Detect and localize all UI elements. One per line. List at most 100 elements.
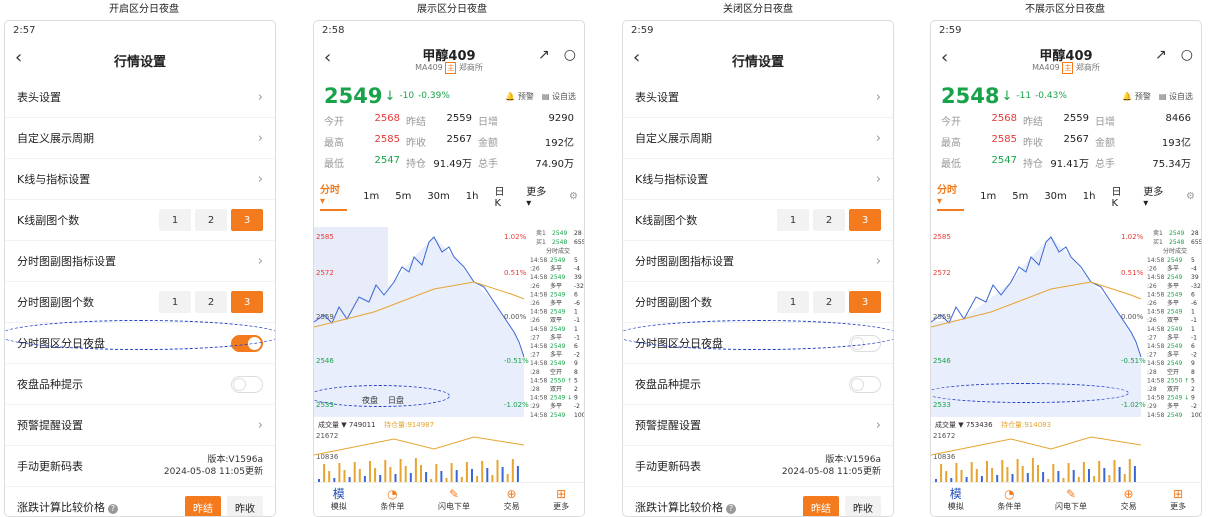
seg-3[interactable]: 3: [231, 209, 263, 231]
seg-1[interactable]: 1: [159, 209, 191, 231]
base-prev-close[interactable]: 昨收: [845, 495, 881, 516]
alert-button[interactable]: 🔔 预警: [505, 91, 534, 102]
trade-qty: -4: [1191, 266, 1197, 273]
svg-text:卖1: 卖1: [1153, 230, 1163, 237]
row-header-settings[interactable]: 表头设置 ›: [5, 77, 275, 118]
tab-period[interactable]: 1h: [466, 191, 479, 202]
trade-price: 2549: [1167, 360, 1182, 367]
tab-period[interactable]: 分时 ▾: [937, 181, 965, 211]
trade-time: :27: [1147, 352, 1157, 359]
trade-price: 多平: [1167, 265, 1179, 273]
trade-price: 多平: [550, 299, 562, 307]
row-custom-period[interactable]: 自定义展示周期 ›: [5, 118, 275, 159]
row-alert-settings[interactable]: 预警提醒设置 ›: [5, 405, 275, 446]
trade-time: :26: [1147, 300, 1157, 307]
volume-bar: [465, 462, 468, 483]
bottom-item[interactable]: ⊞ 更多: [1170, 487, 1186, 512]
tab-period[interactable]: 5m: [395, 191, 411, 202]
add-watch-button[interactable]: ▤ 设自选: [542, 91, 576, 102]
tab-period[interactable]: 日K: [494, 183, 510, 209]
stat-label: 今开: [324, 117, 344, 128]
bottom-item[interactable]: ⊕ 交易: [504, 487, 520, 512]
help-icon[interactable]: ?: [108, 504, 118, 514]
tab-period[interactable]: 30m: [427, 191, 449, 202]
bottom-item[interactable]: 模模拟: [948, 487, 964, 512]
seg-1[interactable]: 1: [777, 209, 809, 231]
quote-screen-no-daynight: 2:59 ‹ 甲醇409 MA409 主 郑商所 ↗ ○ 2548 ↓ -11 -…: [930, 20, 1202, 517]
seg-3[interactable]: 3: [231, 291, 263, 313]
exchange-name: 郑商所: [1075, 63, 1100, 72]
row-tick-indicator[interactable]: 分时图副图指标设置 ›: [623, 241, 893, 282]
night-hint-toggle[interactable]: [231, 375, 263, 393]
search-icon[interactable]: ○: [1181, 47, 1193, 63]
trade-price: 空开: [1167, 368, 1179, 376]
night-hint-toggle[interactable]: [849, 375, 881, 393]
row-update-table[interactable]: 手动更新码表 版本:V1596a 2024-05-08 11:05更新: [5, 446, 275, 487]
trade-price: 2549: [1167, 326, 1182, 333]
tab-period[interactable]: 分时 ▾: [320, 181, 348, 211]
share-icon[interactable]: ↗: [1155, 47, 1167, 63]
row-kline-settings[interactable]: K线与指标设置 ›: [623, 159, 893, 200]
base-prev-close[interactable]: 昨收: [227, 495, 263, 516]
tab-period[interactable]: 5m: [1012, 191, 1028, 202]
period-tabs: 分时 ▾ 1m 5m 30m 1h 日K 更多 ▾ ⚙: [314, 181, 584, 211]
share-icon[interactable]: ↗: [538, 47, 550, 63]
day-session-label: 日盘: [388, 395, 404, 405]
settings-icon[interactable]: ⚙: [1186, 191, 1195, 202]
stat-label: 昨收: [406, 138, 426, 149]
seg-2[interactable]: 2: [195, 209, 227, 231]
trade-price: 双平: [1167, 317, 1179, 324]
tick-chart: 2585 1.02%2572 0.51%2559 0.00%2546 -0.51%253…: [931, 230, 1201, 483]
trade-time: :27: [530, 334, 540, 341]
base-prev-settle[interactable]: 昨结: [803, 495, 839, 516]
tab-period[interactable]: 更多 ▾: [1143, 183, 1170, 209]
tab-period[interactable]: 1m: [363, 191, 379, 202]
row-alert-settings[interactable]: 预警提醒设置 ›: [623, 405, 893, 446]
row-tick-indicator[interactable]: 分时图副图指标设置 ›: [5, 241, 275, 282]
trade-time: 14:58: [1147, 257, 1164, 264]
stat-label: 金额: [1095, 138, 1115, 149]
daynight-toggle[interactable]: [849, 334, 881, 352]
tab-period[interactable]: 日K: [1111, 183, 1127, 209]
seg-2[interactable]: 2: [813, 209, 845, 231]
tab-period[interactable]: 1h: [1083, 191, 1096, 202]
help-icon[interactable]: ?: [726, 504, 736, 514]
seg-1[interactable]: 1: [777, 291, 809, 313]
price-change: -11: [1016, 91, 1032, 101]
bottom-item[interactable]: ◔ 条件单: [380, 487, 404, 512]
bottom-item[interactable]: ✎ 闪电下单: [1055, 487, 1087, 512]
alert-button[interactable]: 🔔 预警: [1122, 91, 1151, 102]
tab-period[interactable]: 30m: [1044, 191, 1066, 202]
bottom-item[interactable]: ⊕ 交易: [1121, 487, 1137, 512]
base-prev-settle[interactable]: 昨结: [185, 495, 221, 516]
seg-3[interactable]: 3: [849, 291, 881, 313]
tab-period[interactable]: 1m: [980, 191, 996, 202]
bottom-item[interactable]: ◔ 条件单: [997, 486, 1021, 512]
seg-2[interactable]: 2: [195, 291, 227, 313]
settings-icon[interactable]: ⚙: [569, 191, 578, 202]
chevron-right-icon: ›: [257, 130, 263, 146]
seg-3[interactable]: 3: [849, 209, 881, 231]
row-header-settings[interactable]: 表头设置 ›: [623, 77, 893, 118]
row-custom-period[interactable]: 自定义展示周期 ›: [623, 118, 893, 159]
row-kline-settings[interactable]: K线与指标设置 ›: [5, 159, 275, 200]
volume-bar: [420, 465, 422, 483]
add-watch-button[interactable]: ▤ 设自选: [1159, 91, 1193, 102]
trade-price: 多平: [550, 282, 562, 290]
search-icon[interactable]: ○: [564, 47, 576, 63]
bottom-item[interactable]: ⊞ 更多: [553, 487, 569, 512]
row-update-table[interactable]: 手动更新码表 版本:V1596a 2024-05-08 11:05更新: [623, 446, 893, 487]
seg-1[interactable]: 1: [159, 291, 191, 313]
y-axis-label: 2546: [316, 357, 334, 365]
pct-axis-label: 0.51%: [504, 269, 527, 277]
trade-time: :26: [1147, 266, 1157, 273]
bottom-item[interactable]: ✎ 闪电下单: [438, 487, 470, 512]
daynight-toggle[interactable]: [231, 334, 263, 352]
trade-price: 2549: [550, 309, 565, 316]
seg-2[interactable]: 2: [813, 291, 845, 313]
trade-qty: -32: [1191, 283, 1201, 290]
trade-price: 空开: [550, 368, 562, 376]
condition-order-icon: ◔: [1004, 486, 1015, 501]
tab-period[interactable]: 更多 ▾: [526, 183, 553, 209]
bottom-item[interactable]: 模模拟: [331, 487, 347, 512]
